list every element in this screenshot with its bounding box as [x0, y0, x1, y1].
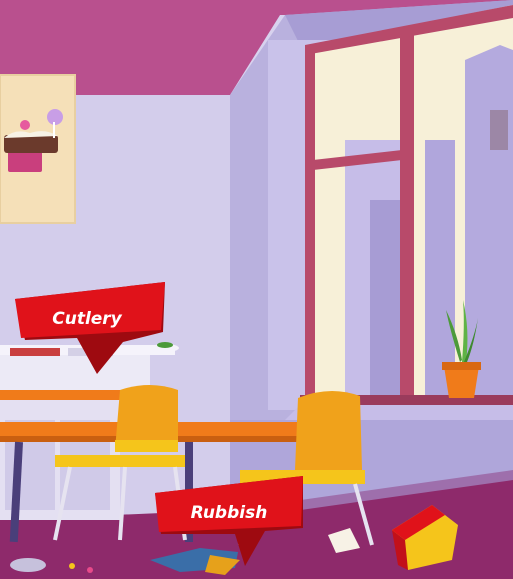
rubbish-label-banner: Rubbish: [155, 476, 303, 566]
cutlery-label-banner: Cutlery: [15, 282, 165, 374]
window: [268, 5, 513, 420]
cutlery-label: Cutlery: [52, 309, 122, 329]
rubbish-label: Rubbish: [191, 503, 268, 523]
cake-poster-icon: [0, 74, 76, 224]
cafeteria-scene: Cutlery Rubbish: [0, 0, 513, 579]
